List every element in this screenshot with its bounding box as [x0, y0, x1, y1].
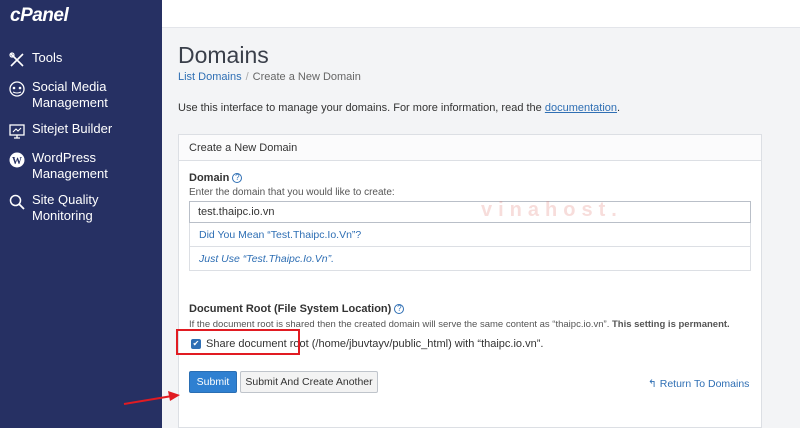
sidebar-item-site-quality[interactable]: Site Quality Monitoring [0, 192, 162, 224]
return-to-domains-link[interactable]: ↰ Return To Domains [648, 378, 749, 390]
svg-text:W: W [12, 156, 22, 167]
domain-input[interactable] [189, 201, 751, 223]
documentation-link[interactable]: documentation [545, 102, 617, 114]
breadcrumb-current: Create a New Domain [252, 71, 361, 83]
domain-sublabel: Enter the domain that you would like to … [189, 187, 395, 198]
share-docroot-path: (/home/jbuvtayv/public_html) with “thaip… [311, 338, 544, 350]
intro-text: Use this interface to manage your domain… [178, 102, 620, 114]
sitejet-icon [9, 124, 25, 139]
wordpress-icon: W [9, 152, 25, 168]
sidebar-item-wordpress[interactable]: W WordPress Management [0, 150, 162, 182]
tools-icon [9, 52, 24, 67]
cpanel-logo[interactable]: cPanel [10, 5, 69, 27]
breadcrumb-separator: / [245, 71, 249, 83]
sidebar-item-label: Site Quality Monitoring [32, 192, 99, 223]
social-icon [9, 81, 25, 97]
suggestion-just-use[interactable]: Just Use “Test.Thaipc.Io.Vn”. [189, 247, 751, 271]
sidebar-item-sitejet[interactable]: Sitejet Builder [0, 121, 162, 140]
docroot-label-text: Document Root (File System Location) [189, 303, 392, 315]
intro-label: Use this interface to manage your domain… [178, 102, 542, 114]
panel-heading: Create a New Domain [179, 135, 761, 161]
sidebar: cPanel Tools Social Media Management Sit… [0, 0, 162, 428]
return-icon: ↰ [648, 378, 657, 390]
sidebar-item-label: Social Media Management [32, 79, 108, 110]
breadcrumb-list-domains[interactable]: List Domains [178, 71, 242, 83]
main-content: Domains List Domains / Create a New Domain… [162, 28, 800, 428]
sidebar-item-label: Tools [32, 50, 63, 65]
sidebar-nav: Tools Social Media Management Sitejet Bu… [0, 50, 162, 234]
submit-and-create-another-button[interactable]: Submit And Create Another [240, 371, 378, 393]
domain-label-text: Domain [189, 172, 230, 184]
return-label: Return To Domains [659, 378, 750, 390]
highlight-box [176, 329, 300, 355]
sidebar-item-social-media[interactable]: Social Media Management [0, 79, 162, 111]
page-title: Domains [178, 42, 269, 68]
domain-label: Domain? [189, 172, 243, 184]
intro-end: . [617, 102, 621, 114]
search-quality-icon [9, 194, 25, 210]
help-icon[interactable]: ? [394, 304, 405, 314]
docroot-label: Document Root (File System Location)? [189, 303, 405, 315]
red-arrow-annotation [123, 391, 180, 405]
top-bar [162, 0, 800, 28]
sidebar-item-label: WordPress Management [32, 150, 108, 181]
sidebar-item-tools[interactable]: Tools [0, 50, 162, 69]
suggestion-did-you-mean[interactable]: Did You Mean “Test.Thaipc.Io.Vn”? [189, 223, 751, 247]
submit-button[interactable]: Submit [189, 371, 237, 393]
sidebar-item-label: Sitejet Builder [32, 121, 113, 136]
help-icon[interactable]: ? [232, 173, 243, 183]
breadcrumb: List Domains / Create a New Domain [178, 71, 361, 83]
docroot-permanent-note: This setting is permanent. [611, 319, 730, 330]
